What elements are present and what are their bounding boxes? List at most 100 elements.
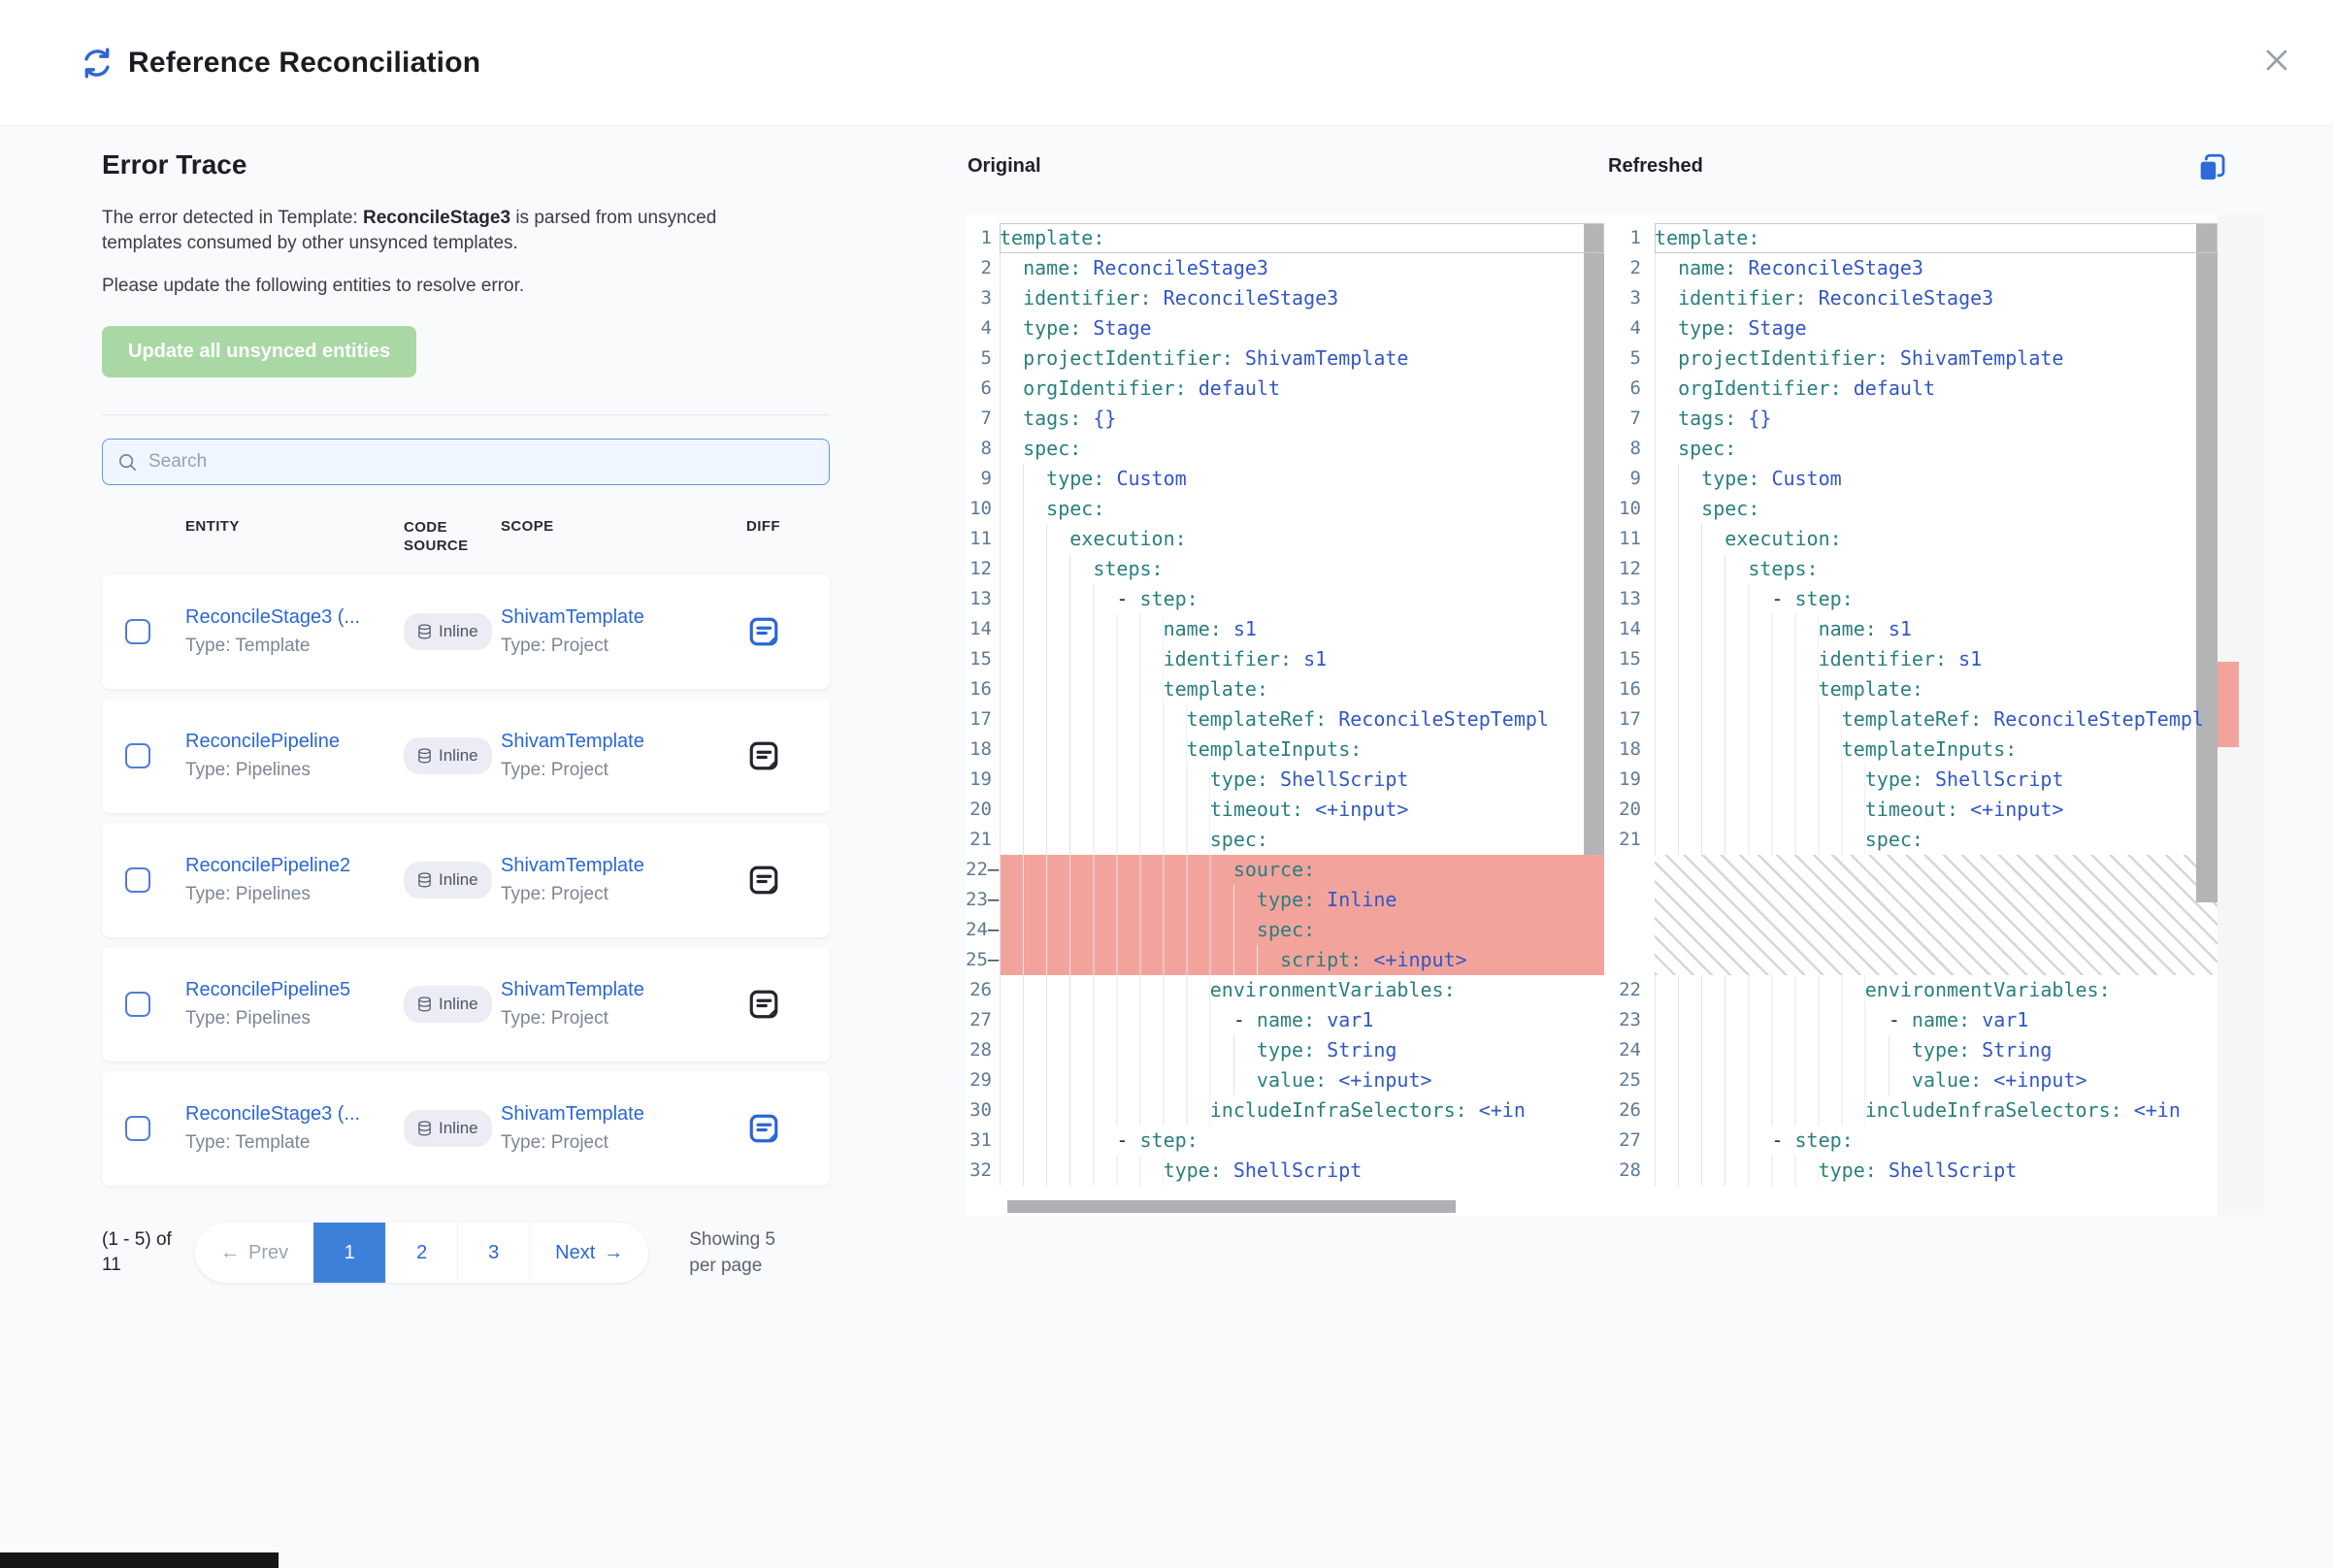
page-button-3[interactable]: 3 bbox=[457, 1223, 529, 1283]
database-icon bbox=[417, 748, 432, 764]
next-button[interactable]: Next→ bbox=[529, 1223, 648, 1283]
code-line: type: ShellScript bbox=[1655, 1156, 2218, 1186]
table-row: ReconcileStage3 (... Type: Template Inli… bbox=[102, 574, 830, 689]
code-source-badge: Inline bbox=[404, 862, 492, 898]
error-trace-heading: Error Trace bbox=[102, 149, 830, 180]
line-number: 29 bbox=[966, 1065, 992, 1095]
line-number: 24– bbox=[966, 915, 992, 945]
line-number: 32 bbox=[966, 1156, 992, 1186]
search-input[interactable] bbox=[148, 451, 815, 473]
table-row: ReconcileStage3 (... Type: Template Inli… bbox=[102, 1071, 830, 1186]
code-line: type: ShellScript bbox=[1000, 765, 1604, 795]
line-number: 19 bbox=[1604, 765, 1641, 795]
diff-icon[interactable] bbox=[746, 987, 801, 1022]
table-row: ReconcilePipeline Type: Pipelines Inline… bbox=[102, 699, 830, 813]
diff-editor: 12345678910111213141516171819202122–23–2… bbox=[966, 215, 2264, 1216]
pagination: (1 - 5) of 11 ←Prev 123 Next→ Showing 5 … bbox=[102, 1223, 830, 1283]
divider bbox=[102, 414, 830, 415]
prev-button[interactable]: ←Prev bbox=[195, 1223, 313, 1283]
code-source-label: Inline bbox=[439, 1119, 478, 1138]
code-source-badge: Inline bbox=[404, 1110, 492, 1147]
line-number: 25– bbox=[966, 945, 992, 975]
error-trace-panel: Error Trace The error detected in Templa… bbox=[102, 126, 830, 1283]
entity-link[interactable]: ReconcileStage3 (... bbox=[185, 606, 404, 629]
table-header-row: ENTITY CODE SOURCE SCOPE DIFF bbox=[102, 518, 830, 555]
row-checkbox[interactable] bbox=[125, 992, 150, 1017]
entity-link[interactable]: ReconcilePipeline5 bbox=[185, 979, 404, 1001]
refreshed-pane: 1234567891011121314151617181920212223242… bbox=[1604, 215, 2264, 1216]
code-line: value: <+input> bbox=[1655, 1065, 2218, 1095]
entity-list: ReconcileStage3 (... Type: Template Inli… bbox=[102, 574, 830, 1186]
line-number: 20 bbox=[966, 795, 992, 825]
code-line: identifier: ReconcileStage3 bbox=[1655, 283, 2218, 313]
close-icon[interactable] bbox=[2259, 43, 2294, 78]
row-checkbox[interactable] bbox=[125, 867, 150, 893]
code-line: templateInputs: bbox=[1000, 735, 1604, 765]
entity-link[interactable]: ReconcilePipeline2 bbox=[185, 855, 404, 877]
code-line: identifier: s1 bbox=[1655, 644, 2218, 674]
line-number: 14 bbox=[1604, 614, 1641, 644]
line-number: 23– bbox=[966, 885, 992, 915]
code-line: type: String bbox=[1655, 1035, 2218, 1065]
code-line: includeInfraSelectors: <+in bbox=[1655, 1095, 2218, 1126]
diff-icon[interactable] bbox=[746, 614, 801, 649]
scope-link[interactable]: ShivamTemplate bbox=[501, 855, 746, 877]
code-line: identifier: s1 bbox=[1000, 644, 1604, 674]
database-icon bbox=[417, 872, 432, 888]
code-line: - name: var1 bbox=[1655, 1005, 2218, 1035]
diff-icon[interactable] bbox=[746, 1111, 801, 1146]
line-number: 3 bbox=[966, 283, 992, 313]
page-button-1[interactable]: 1 bbox=[313, 1223, 385, 1283]
code-line: spec: bbox=[1000, 494, 1604, 524]
scope-link[interactable]: ShivamTemplate bbox=[501, 606, 746, 629]
line-number: 9 bbox=[966, 464, 992, 494]
line-number: 12 bbox=[1604, 554, 1641, 584]
horizontal-scrollbar-thumb[interactable] bbox=[1007, 1200, 1456, 1213]
diff-icon[interactable] bbox=[746, 863, 801, 898]
code-line: template: bbox=[1655, 674, 2218, 704]
code-line: projectIdentifier: ShivamTemplate bbox=[1000, 343, 1604, 374]
line-number: 1 bbox=[1604, 223, 1641, 253]
code-source-badge: Inline bbox=[404, 613, 492, 650]
update-all-button[interactable]: Update all unsynced entities bbox=[102, 326, 416, 377]
entity-link[interactable]: ReconcileStage3 (... bbox=[185, 1103, 404, 1126]
code-line: spec: bbox=[1655, 825, 2218, 855]
search-box[interactable] bbox=[102, 439, 830, 485]
line-number: 19 bbox=[966, 765, 992, 795]
line-number: 17 bbox=[1604, 704, 1641, 735]
gutter-spacer bbox=[1604, 855, 1641, 975]
line-number: 26 bbox=[1604, 1095, 1641, 1126]
code-line: type: Inline bbox=[1000, 885, 1604, 915]
page-button-2[interactable]: 2 bbox=[385, 1223, 457, 1283]
code-source-label: Inline bbox=[439, 746, 478, 766]
code-line: identifier: ReconcileStage3 bbox=[1000, 283, 1604, 313]
line-number: 13 bbox=[966, 584, 992, 614]
diff-icon[interactable] bbox=[746, 738, 801, 773]
line-number: 5 bbox=[1604, 343, 1641, 374]
copy-icon[interactable] bbox=[2195, 151, 2228, 184]
row-checkbox[interactable] bbox=[125, 743, 150, 768]
entity-link[interactable]: ReconcilePipeline bbox=[185, 731, 404, 753]
original-pane-title: Original bbox=[968, 155, 1041, 178]
row-checkbox[interactable] bbox=[125, 1116, 150, 1141]
line-number: 8 bbox=[1604, 434, 1641, 464]
scope-link[interactable]: ShivamTemplate bbox=[501, 1103, 746, 1126]
column-header-diff: DIFF bbox=[746, 518, 801, 555]
line-number: 27 bbox=[966, 1005, 992, 1035]
code-line: type: Custom bbox=[1655, 464, 2218, 494]
line-number: 16 bbox=[1604, 674, 1641, 704]
line-number: 24 bbox=[1604, 1035, 1641, 1065]
entity-type-label: Type: Pipelines bbox=[185, 1008, 404, 1029]
line-number: 3 bbox=[1604, 283, 1641, 313]
line-number: 17 bbox=[966, 704, 992, 735]
reference-reconciliation-dialog: Reference Reconciliation Error Trace The… bbox=[0, 0, 2333, 1568]
code-line: tags: {} bbox=[1655, 404, 2218, 434]
row-checkbox[interactable] bbox=[125, 619, 150, 644]
code-line: timeout: <+input> bbox=[1655, 795, 2218, 825]
pagination-controls: ←Prev 123 Next→ bbox=[195, 1223, 648, 1283]
line-number: 10 bbox=[966, 494, 992, 524]
scope-link[interactable]: ShivamTemplate bbox=[501, 979, 746, 1001]
entity-type-label: Type: Template bbox=[185, 636, 404, 657]
line-number: 11 bbox=[1604, 524, 1641, 554]
scope-link[interactable]: ShivamTemplate bbox=[501, 731, 746, 753]
